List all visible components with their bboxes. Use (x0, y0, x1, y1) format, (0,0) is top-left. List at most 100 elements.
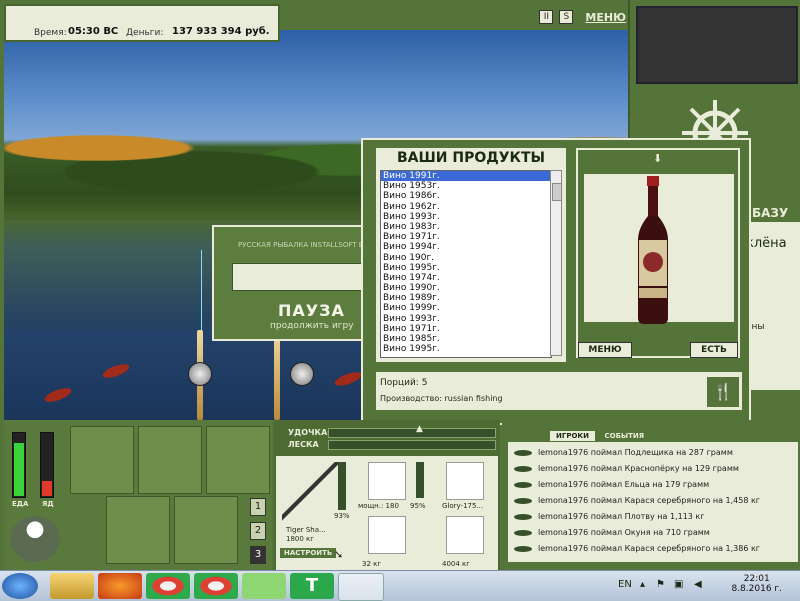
reel-right (290, 362, 314, 386)
product-list-item[interactable]: Вино 1993г. (381, 314, 551, 324)
log-tabs: ИГРОКИ СОБЫТИЯ (550, 428, 650, 441)
fish-icon (514, 481, 532, 488)
pause-dialog: РУССКАЯ РЫБАЛКА INSTALLSOFT ED ПАУЗА про… (212, 225, 378, 341)
product-list-item[interactable]: Вино 1971г. (381, 324, 551, 334)
fish-icon (514, 497, 532, 504)
product-list-item[interactable]: Вино 1993г. (381, 212, 551, 222)
log-entry: lemona1976 поймал Подлещика на 287 грамм (514, 448, 733, 457)
bait-slot[interactable] (446, 516, 484, 554)
rod-image[interactable] (282, 462, 338, 522)
file-explorer-icon[interactable] (50, 573, 94, 599)
log-entry-text: lemona1976 поймал Окуня на 710 грамм (538, 528, 710, 537)
language-indicator[interactable]: EN (618, 579, 632, 590)
rod-label: УДОЧКА (288, 428, 328, 437)
tab-players[interactable]: ИГРОКИ (550, 431, 595, 441)
continue-game-link[interactable]: продолжить игру (270, 321, 354, 331)
poison-label: ЯД (42, 500, 54, 508)
food-meter-fill (14, 443, 24, 496)
bag-slot[interactable] (138, 426, 202, 494)
fallen-leaf (101, 361, 131, 381)
pause-header: РУССКАЯ РЫБАЛКА INSTALLSOFT ED (238, 241, 369, 249)
product-list-item[interactable]: Вино 1995г. (381, 344, 551, 354)
top-toolbar: II S МЕНЮ (539, 8, 626, 26)
status-bar: Время: 05:30 ВС Деньги: 137 933 394 руб. (4, 4, 280, 42)
products-list[interactable]: Вино 1991г. Вино 1953г. Вино 1986г. Вино 19… (380, 170, 552, 358)
time-label: Время: (34, 28, 67, 38)
fork-knife-icon[interactable]: 🍴 (706, 376, 740, 408)
rod-name: Tiger Sha... (286, 526, 326, 534)
reel-slot[interactable] (368, 462, 406, 500)
net-slot[interactable] (206, 426, 270, 494)
bucket-slot[interactable] (174, 496, 238, 564)
product-info-box: Порций: 5 Производство: russian fishing (376, 372, 742, 410)
tab-events[interactable]: СОБЫТИЯ (598, 431, 650, 441)
food-meter (12, 432, 26, 498)
t-app-icon[interactable]: T (290, 573, 334, 599)
volume-icon[interactable]: ◀ (694, 579, 702, 590)
reel-durability-bar (416, 462, 424, 498)
rod-right[interactable] (274, 330, 280, 420)
firefox-icon[interactable] (98, 573, 142, 599)
hook-slot[interactable] (368, 516, 406, 554)
food-basket-slot[interactable] (106, 496, 170, 564)
reel-left (188, 362, 212, 386)
cauldron-icon[interactable] (10, 516, 60, 562)
time-value: 05:30 ВС (68, 26, 119, 37)
tray-chevron-icon[interactable]: ▴ (640, 579, 645, 590)
network-icon[interactable]: ▣ (674, 579, 683, 590)
product-list-item[interactable]: Вино 1989г. (381, 293, 551, 303)
game-window-icon[interactable] (338, 573, 384, 601)
minimap-screen (636, 6, 798, 84)
backpack-slot[interactable] (70, 426, 134, 494)
poison-meter-fill (42, 480, 52, 496)
product-list-item[interactable]: Вино 1953г. (381, 181, 551, 191)
slot-button-2[interactable]: 2 (250, 522, 266, 540)
product-list-item[interactable]: Вино 1994г. (381, 242, 551, 252)
product-list-item[interactable]: Вино 1983г. (381, 222, 551, 232)
rod-tension-bar (328, 428, 496, 438)
line-name: Glory-175... (442, 502, 484, 510)
chrome-icon[interactable] (194, 573, 238, 599)
product-list-item[interactable]: Вино 1991г. (381, 171, 551, 182)
product-menu-button[interactable]: МЕНЮ (578, 342, 632, 358)
s-button[interactable]: S (559, 10, 574, 24)
start-button[interactable] (2, 573, 38, 599)
product-list-item[interactable]: Вино 1986г. (381, 191, 551, 201)
fish-icon (514, 513, 532, 520)
pause-icon[interactable]: II (539, 10, 554, 24)
products-scrollbar[interactable] (550, 170, 562, 356)
reel-percent: 95% (410, 502, 426, 510)
setup-button[interactable]: НАСТРОИТЬ (280, 548, 337, 558)
product-list-item[interactable]: Вино 1974г. (381, 273, 551, 283)
scroll-thumb[interactable] (552, 183, 562, 201)
clock[interactable]: 22:01 8.8.2016 г. (731, 574, 782, 594)
log-entry: lemona1976 поймал Ельца на 179 грамм (514, 480, 709, 489)
eat-button[interactable]: ЕСТЬ (690, 342, 738, 358)
log-entry-text: lemona1976 поймал Карася серебряного на … (538, 544, 761, 553)
product-list-item[interactable]: Вино 1995г. (381, 263, 551, 273)
rod-percent: 93% (334, 512, 350, 520)
slot-button-1[interactable]: 1 (250, 498, 266, 516)
line-slot[interactable] (446, 462, 484, 500)
line-tension-bar (328, 440, 496, 450)
fish-icon (514, 465, 532, 472)
product-list-item[interactable]: Вино 1962г. (381, 202, 551, 212)
slot-button-3[interactable]: 3 (250, 546, 266, 564)
chrome-icon[interactable] (146, 573, 190, 599)
money-value: 137 933 394 руб. (172, 26, 270, 37)
product-list-item[interactable]: Вино 1999г. (381, 303, 551, 313)
pause-input[interactable] (232, 263, 378, 291)
product-list-item[interactable]: Вино 1990г. (381, 283, 551, 293)
base-label[interactable]: БАЗУ (752, 206, 788, 220)
food-label: ЕДА (12, 500, 29, 508)
log-entry: lemona1976 поймал Краснопёрку на 129 гра… (514, 464, 739, 473)
log-entry: lemona1976 поймал Окуня на 710 грамм (514, 528, 710, 537)
product-list-item[interactable]: Вино 1985г. (381, 334, 551, 344)
product-list-item[interactable]: Вино 190г. (381, 253, 551, 263)
product-list-item[interactable]: Вино 1971г. (381, 232, 551, 242)
tackle-panel: Tiger Sha... 1800 кг НАСТРОИТЬ 93% мощн.… (276, 456, 498, 570)
log-entry-text: lemona1976 поймал Краснопёрку на 129 гра… (538, 464, 739, 473)
menu-button[interactable]: МЕНЮ (585, 11, 626, 24)
butterfly-app-icon[interactable] (242, 573, 286, 599)
flag-icon[interactable]: ⚑ (656, 579, 665, 590)
